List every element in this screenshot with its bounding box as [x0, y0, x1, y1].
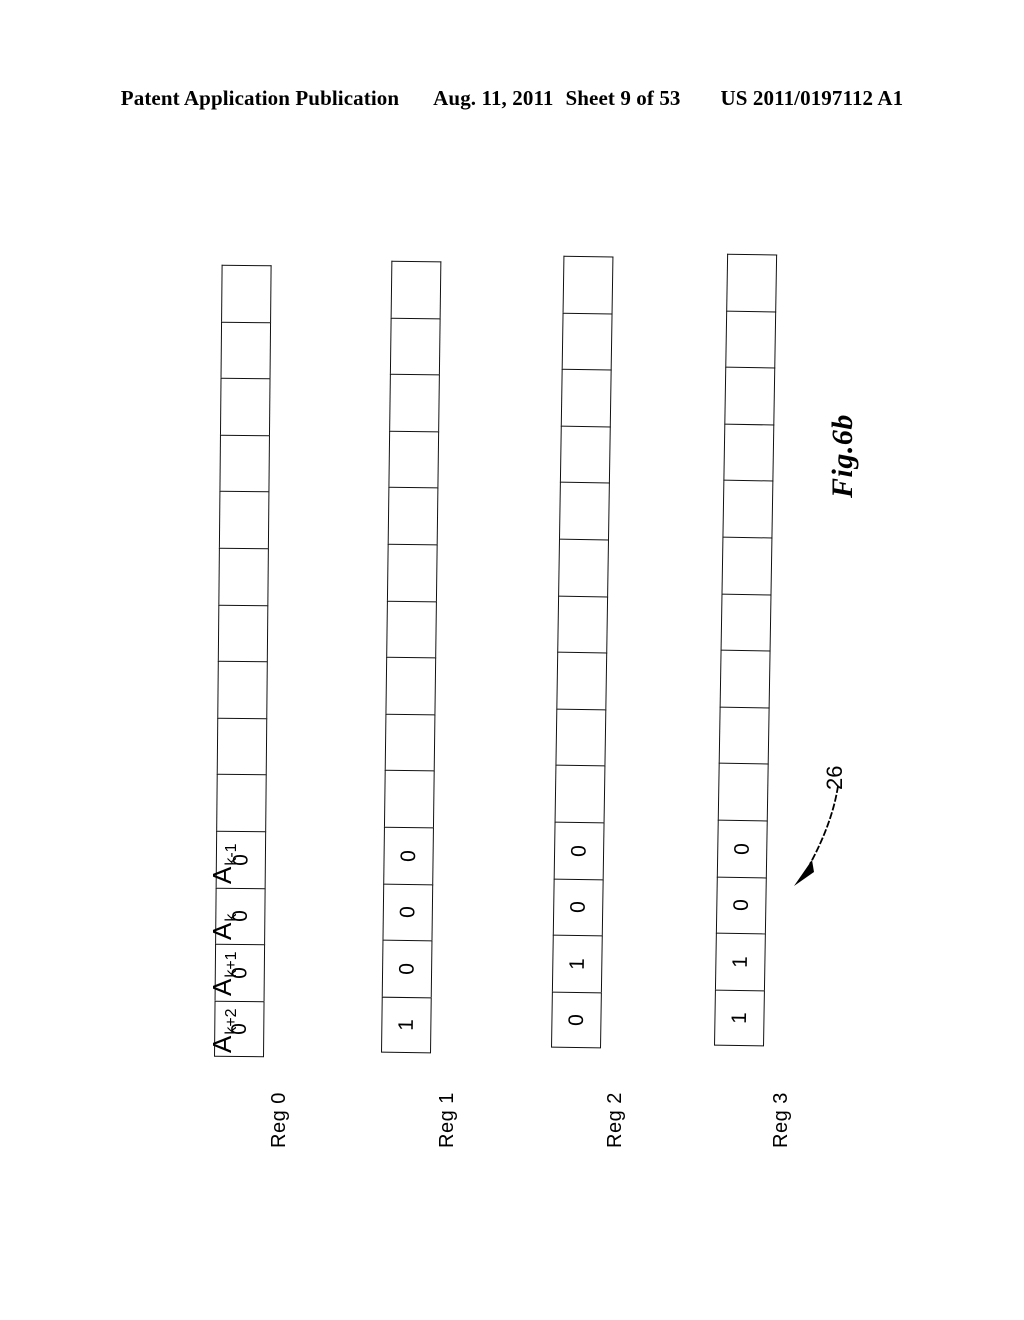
register-cell [554, 764, 606, 823]
register-cell [722, 480, 774, 538]
register-cell [384, 713, 436, 771]
register-cell [718, 706, 770, 764]
bit-label-subscript: k+2 [223, 1008, 240, 1035]
bit-label-a-k: Ak [207, 913, 240, 940]
register-cell [725, 310, 777, 368]
register-cell: 0 [381, 939, 433, 998]
register-cell-bit-value: 1 [394, 1019, 418, 1032]
register-cell [389, 317, 441, 375]
register-cell [219, 377, 271, 436]
register-cell [558, 538, 609, 597]
register-cell: 0 [383, 826, 434, 884]
register-cell-bit-value: 0 [397, 849, 421, 862]
register-cell-bit-value: 0 [395, 962, 419, 975]
register-label-reg1: Reg 1 [436, 1092, 458, 1148]
bit-label-a-k-minus-1: Ak-1 [207, 843, 240, 884]
register-cell [221, 264, 272, 322]
register-cell [723, 423, 775, 481]
register-cell [719, 649, 771, 708]
register-cell [386, 543, 438, 601]
register-cell [216, 717, 268, 775]
register-cell [389, 373, 440, 432]
register-cell: 1 [714, 989, 765, 1047]
register-cell-bit-value: 0 [730, 842, 754, 855]
register-cell [562, 255, 614, 314]
register-cell [220, 321, 272, 379]
bit-label-base: A [207, 1035, 237, 1053]
register-cell-bit-value: 1 [727, 1011, 752, 1025]
register-cell [717, 762, 769, 821]
register-cell [561, 312, 613, 370]
bit-label-subscript: k-1 [223, 843, 240, 866]
register-cell: 0 [382, 883, 434, 941]
register-cell: 1 [381, 996, 432, 1054]
register-cell [218, 491, 270, 549]
register-cell: 1 [714, 932, 766, 991]
register-cell [387, 487, 439, 545]
register-cell [556, 651, 608, 710]
register-column-reg3: 0 0 1 1 [714, 253, 778, 1047]
register-column-reg2: 0 0 1 0 [551, 255, 614, 1049]
register-label-reg2: Reg 2 [604, 1092, 626, 1148]
register-cell-bit-value: 0 [564, 1013, 589, 1027]
register-cell [390, 260, 442, 318]
register-cell [217, 660, 268, 719]
register-cell-bit-value: 1 [565, 957, 589, 970]
register-cell [386, 600, 437, 658]
register-cell [560, 368, 612, 427]
register-cell: 0 [715, 876, 767, 934]
register-cell [219, 434, 270, 492]
register-cell-bit-value: 1 [728, 955, 752, 968]
bit-label-subscript: k [223, 913, 240, 922]
bit-label-subscript: k+1 [223, 951, 240, 978]
bit-label-base: A [207, 866, 237, 884]
bit-label-base: A [207, 922, 237, 940]
register-cell-bit-value: 0 [567, 844, 591, 857]
bit-label-base: A [207, 978, 237, 996]
register-cell [555, 708, 607, 766]
register-cell [557, 595, 609, 653]
register-cell: 0 [552, 878, 604, 936]
register-cell: 0 [553, 821, 605, 879]
register-label-reg3: Reg 3 [770, 1092, 792, 1148]
register-cell [559, 482, 610, 540]
register-cell [721, 536, 773, 595]
register-cell [217, 604, 269, 662]
leader-line-arrow-icon [794, 785, 839, 886]
register-cell [383, 770, 435, 828]
bit-label-a-k-plus-2: Ak+2 [207, 1008, 240, 1053]
register-cell-bit-value: 0 [729, 899, 753, 912]
register-cell [388, 430, 440, 488]
register-cell [216, 774, 267, 832]
register-cell: 1 [551, 934, 603, 993]
bit-label-a-k-plus-1: Ak+1 [207, 951, 240, 996]
register-cell-bit-value: 0 [396, 906, 420, 919]
patent-figure-6b: 0 0 0 0 0 0 0 1 0 0 1 0 0 0 1 1 Reg 0 Reg 1 Reg 2 Re… [0, 0, 1024, 1320]
register-cell-bit-value: 0 [566, 901, 590, 914]
register-cell: 0 [716, 819, 768, 877]
register-cell [726, 253, 778, 312]
register-cell [720, 593, 772, 651]
register-cell [385, 656, 437, 715]
register-label-reg0: Reg 0 [268, 1092, 290, 1148]
register-column-reg1: 0 0 0 1 [381, 260, 442, 1054]
register-cell: 0 [551, 991, 602, 1049]
register-cell [218, 547, 269, 605]
register-cell [559, 425, 611, 483]
register-cell [724, 366, 776, 425]
figure-caption: Fig.6b [826, 414, 859, 498]
